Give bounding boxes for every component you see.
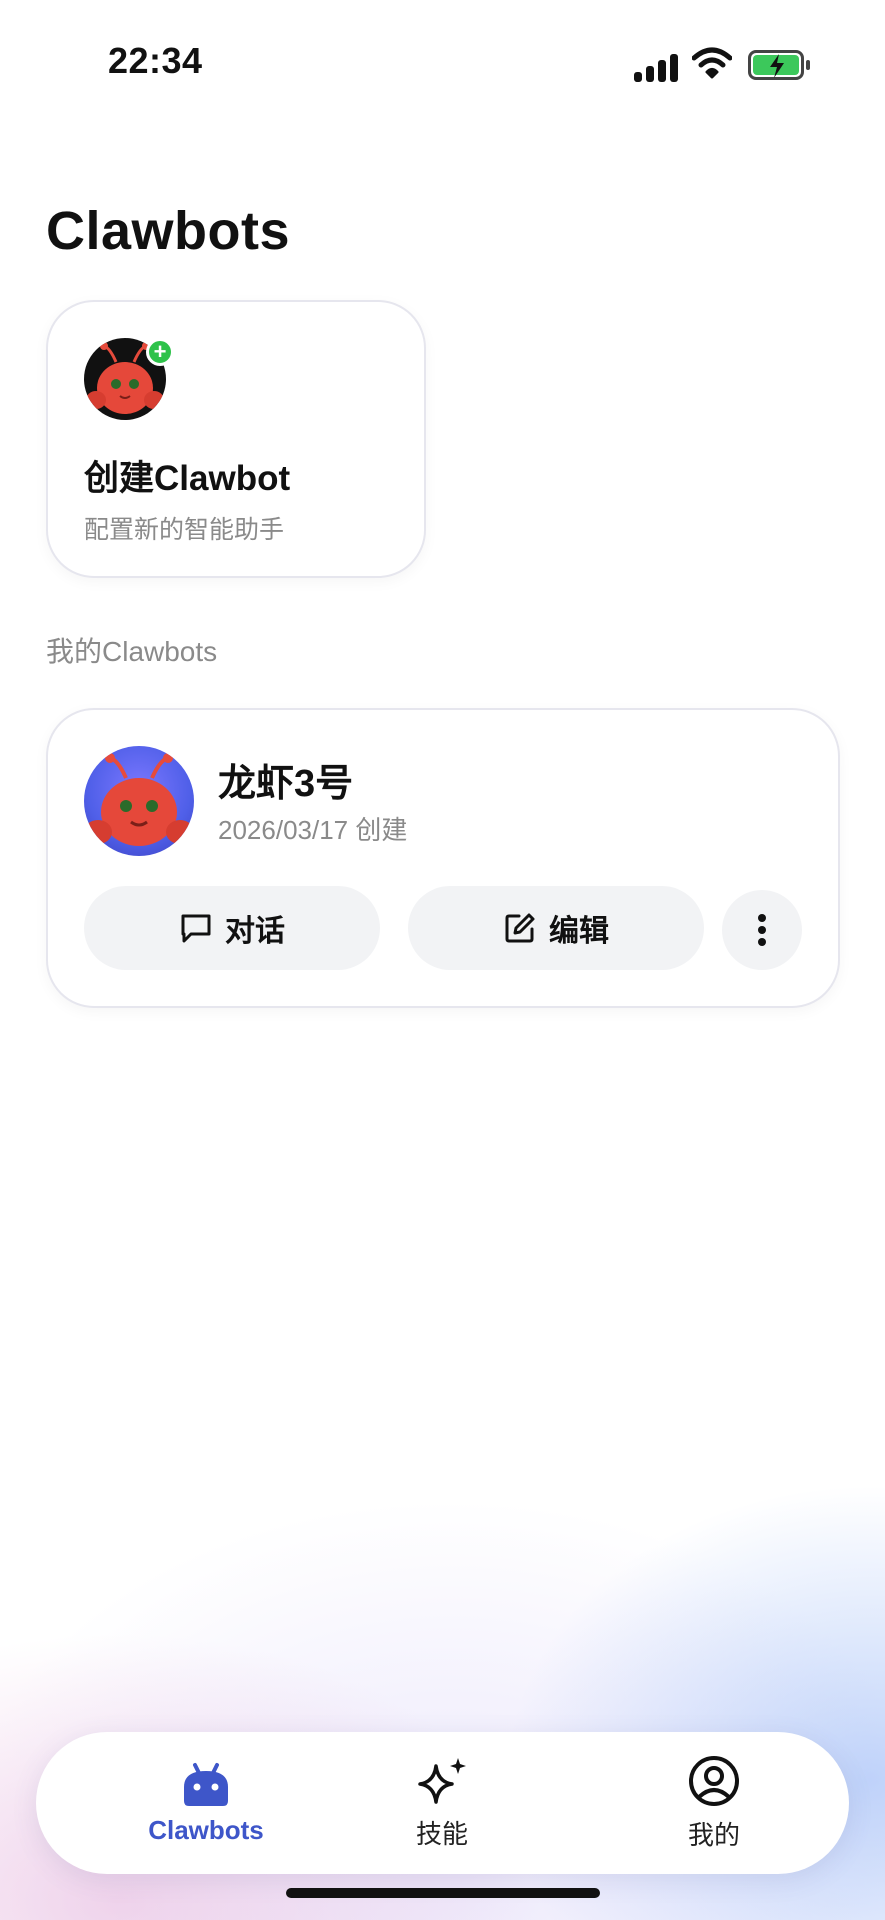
user-circle-icon bbox=[689, 1755, 739, 1806]
android-robot-icon bbox=[184, 1762, 228, 1806]
edit-button-label: 编辑 bbox=[549, 915, 609, 948]
status-time: 22:34 bbox=[108, 40, 203, 81]
edit-button[interactable]: 编辑 bbox=[408, 886, 704, 970]
page-title: Clawbots bbox=[46, 201, 291, 261]
more-vertical-icon bbox=[758, 914, 766, 946]
section-label: 我的Clawbots bbox=[46, 636, 218, 667]
tab-skills[interactable]: 技能 bbox=[342, 1732, 542, 1874]
chat-bubble-icon bbox=[181, 914, 211, 943]
tab-skills-label: 技能 bbox=[415, 1818, 468, 1849]
edit-icon bbox=[505, 913, 535, 943]
chat-button-label: 对话 bbox=[225, 915, 285, 948]
tab-me[interactable]: 我的 bbox=[614, 1732, 814, 1874]
create-card-subtitle: 配置新的智能助手 bbox=[84, 516, 285, 544]
chat-button[interactable]: 对话 bbox=[84, 886, 380, 970]
bot-created-date: 2026/03/17 创建 bbox=[218, 815, 408, 845]
bot-name: 龙虾3号 bbox=[218, 763, 354, 805]
tab-clawbots-label: Clawbots bbox=[148, 1814, 264, 1845]
wifi-icon bbox=[692, 47, 732, 79]
create-card-title: 创建Clawbot bbox=[84, 459, 291, 498]
create-clawbot-card[interactable]: + 创建Clawbot 配置新的智能助手 bbox=[46, 300, 426, 578]
bot-card: 龙虾3号 2026/03/17 创建 对话 编辑 bbox=[46, 708, 840, 1008]
tab-me-label: 我的 bbox=[687, 1819, 740, 1850]
battery-icon bbox=[748, 50, 810, 80]
cellular-signal-icon bbox=[634, 50, 680, 82]
sparkle-icon bbox=[418, 1757, 466, 1804]
bottom-tab-bar: Clawbots 技能 我的 bbox=[36, 1732, 849, 1874]
tab-clawbots[interactable]: Clawbots bbox=[106, 1732, 306, 1874]
more-options-button[interactable] bbox=[722, 890, 802, 970]
home-indicator[interactable] bbox=[286, 1888, 600, 1898]
bot-avatar bbox=[84, 746, 194, 856]
add-badge-icon: + bbox=[146, 338, 174, 366]
